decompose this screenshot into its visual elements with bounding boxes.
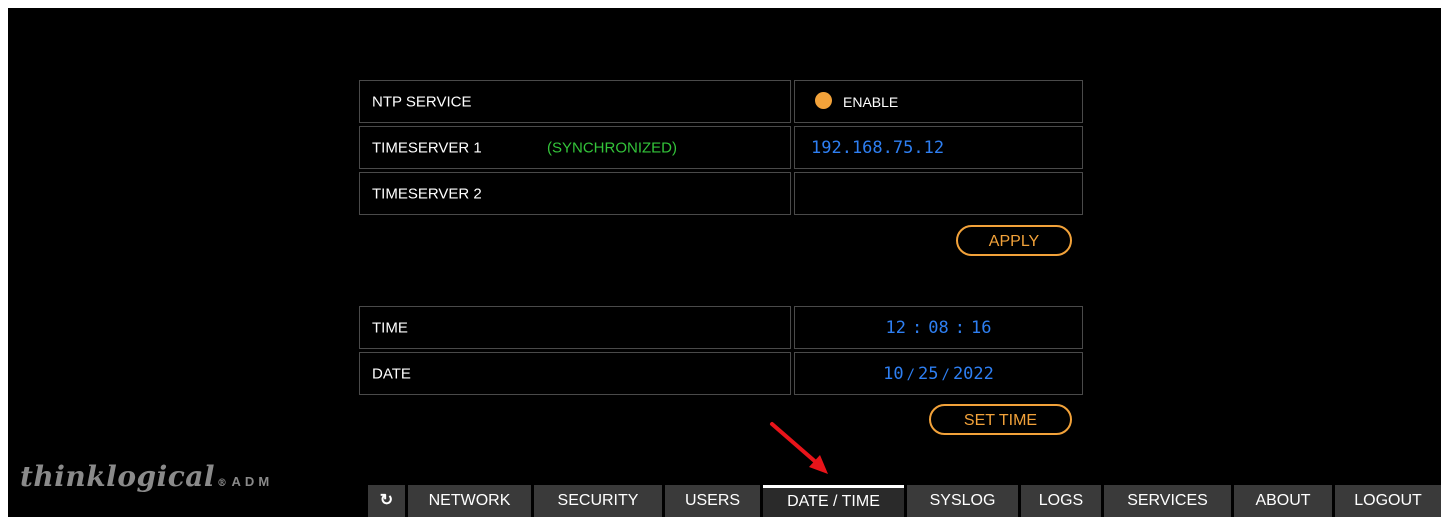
ntp-enable-cell[interactable]: ENABLE xyxy=(794,80,1083,123)
tab-date-time[interactable]: DATE / TIME xyxy=(763,485,904,517)
tab-logs[interactable]: LOGS xyxy=(1021,485,1101,517)
date-month[interactable]: 10 xyxy=(883,364,903,384)
timeserver2-label: TIMESERVER 2 xyxy=(372,185,482,202)
date-separator: / xyxy=(941,366,950,383)
time-label-cell: TIME xyxy=(359,306,791,349)
time-label: TIME xyxy=(372,319,408,336)
sync-status-text: (SYNCHRONIZED) xyxy=(547,139,677,156)
time-value: 12:08:16 xyxy=(795,318,1082,338)
tab-network[interactable]: NETWORK xyxy=(408,485,531,517)
logo-adm: ADM xyxy=(231,474,274,489)
refresh-button[interactable]: ↻ xyxy=(368,485,405,517)
tab-users[interactable]: USERS xyxy=(665,485,760,517)
tab-about[interactable]: ABOUT xyxy=(1234,485,1332,517)
date-value: 10/25/2022 xyxy=(795,364,1082,384)
red-arrow-annotation xyxy=(770,422,828,474)
date-separator: / xyxy=(906,366,916,383)
timeserver1-input[interactable]: 192.168.75.12 xyxy=(794,126,1083,169)
time-separator: : xyxy=(912,317,923,338)
enable-radio-button[interactable] xyxy=(815,92,832,109)
date-day[interactable]: 25 xyxy=(918,364,938,384)
tab-services[interactable]: SERVICES xyxy=(1104,485,1231,517)
logo-registered: ® xyxy=(217,478,228,489)
enable-label: ENABLE xyxy=(843,93,899,110)
time-seconds[interactable]: 16 xyxy=(971,318,991,338)
logo-text: thinklogical xyxy=(20,460,216,493)
admin-screen: NTP SERVICE ENABLE TIMESERVER 1 (SYNCHRO… xyxy=(8,8,1441,517)
date-input[interactable]: 10/25/2022 xyxy=(794,352,1083,395)
date-label-cell: DATE xyxy=(359,352,791,395)
time-minutes[interactable]: 08 xyxy=(928,318,948,338)
ntp-service-label: NTP SERVICE xyxy=(372,93,472,110)
timeserver1-label: TIMESERVER 1 xyxy=(372,139,482,156)
time-input[interactable]: 12:08:16 xyxy=(794,306,1083,349)
timeserver1-label-cell: TIMESERVER 1 (SYNCHRONIZED) xyxy=(359,126,791,169)
time-hours[interactable]: 12 xyxy=(886,318,906,338)
timeserver2-label-cell: TIMESERVER 2 xyxy=(359,172,791,215)
set-time-button[interactable]: SET TIME xyxy=(929,404,1072,435)
refresh-icon: ↻ xyxy=(379,492,394,509)
date-label: DATE xyxy=(372,365,411,382)
tab-syslog[interactable]: SYSLOG xyxy=(907,485,1018,517)
ntp-service-label-cell: NTP SERVICE xyxy=(359,80,791,123)
timeserver2-input[interactable] xyxy=(794,172,1083,215)
date-year[interactable]: 2022 xyxy=(953,364,994,384)
apply-button[interactable]: APPLY xyxy=(956,225,1072,256)
timeserver1-value: 192.168.75.12 xyxy=(811,137,945,158)
tab-logout[interactable]: LOGOUT xyxy=(1335,485,1441,517)
time-separator: : xyxy=(954,317,965,338)
tab-security[interactable]: SECURITY xyxy=(534,485,662,517)
thinklogical-logo: thinklogical ® ADM xyxy=(20,460,273,493)
